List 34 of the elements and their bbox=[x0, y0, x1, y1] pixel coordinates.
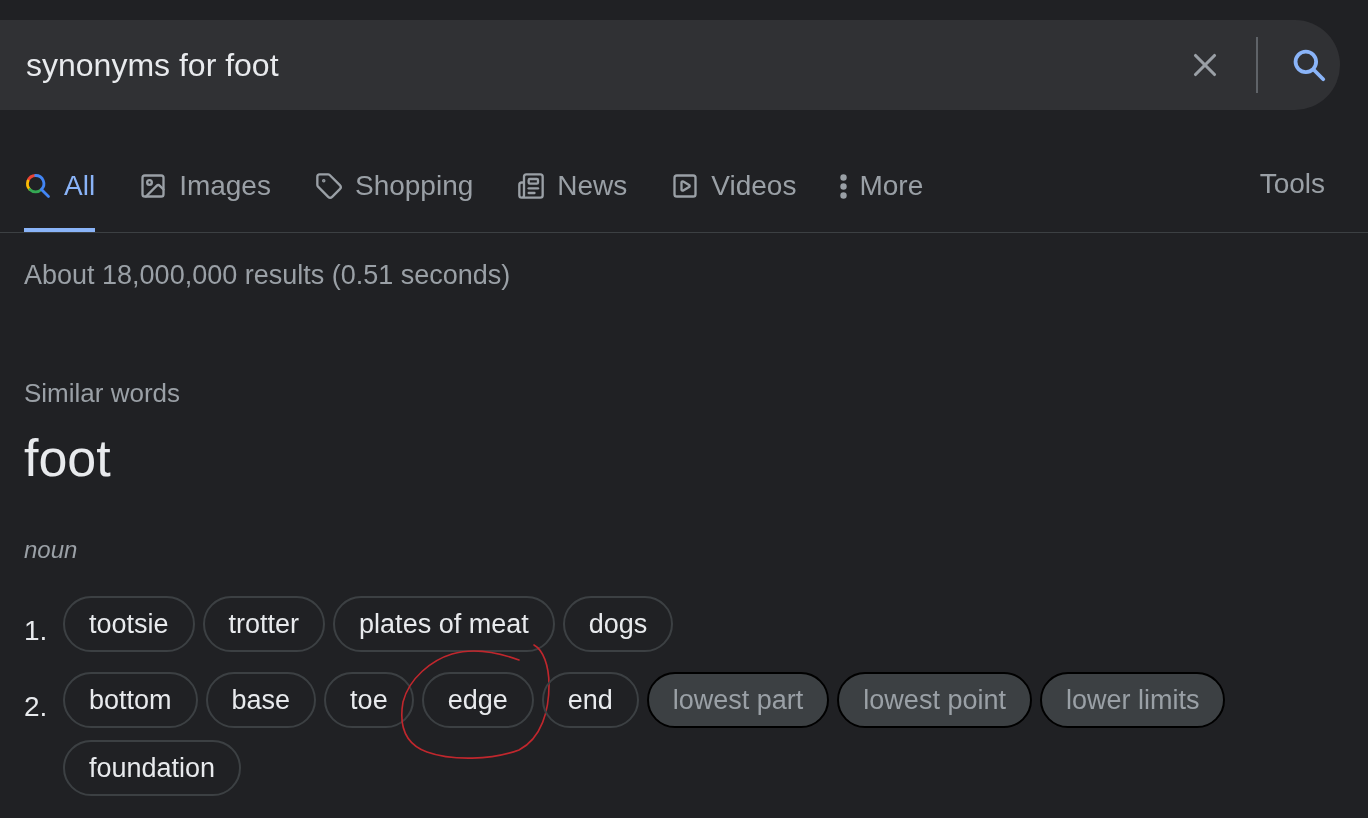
headword: foot bbox=[24, 428, 112, 488]
synonym-chip[interactable]: trotter bbox=[202, 596, 326, 652]
synonym-chip[interactable]: foundation bbox=[63, 740, 242, 796]
search-bar[interactable]: synonyms for foot bbox=[0, 20, 1340, 110]
sense-number: 1. bbox=[24, 614, 49, 648]
synonym-chip[interactable]: end bbox=[541, 672, 639, 728]
synonym-chip[interactable]: bottom bbox=[63, 672, 198, 728]
synonym-chip[interactable]: lowest part bbox=[646, 672, 830, 728]
search-tab[interactable]: Images bbox=[139, 160, 271, 232]
search-tab[interactable]: All bbox=[24, 160, 96, 232]
search-tab[interactable]: News bbox=[517, 160, 628, 232]
search-tab[interactable]: Shopping bbox=[314, 160, 474, 232]
synonym-chip[interactable]: plates of meat bbox=[333, 596, 555, 652]
tools-button[interactable]: Tools bbox=[1259, 160, 1325, 232]
tag-icon bbox=[314, 172, 343, 200]
sense-number: 2. bbox=[24, 690, 49, 724]
synonym-chip[interactable]: lowest point bbox=[837, 672, 1032, 728]
synonym-chip[interactable]: base bbox=[205, 672, 317, 728]
synonym-chip[interactable]: toe bbox=[324, 672, 414, 728]
synonym-chip[interactable]: edge bbox=[421, 672, 534, 728]
play-icon bbox=[671, 172, 700, 200]
synonym-chip[interactable]: dogs bbox=[562, 596, 674, 652]
card-heading: Similar words bbox=[24, 377, 182, 409]
search-tab[interactable]: More bbox=[840, 160, 924, 232]
search-tab[interactable]: Videos bbox=[671, 160, 797, 232]
result-stats: About 18,000,000 results (0.51 seconds) bbox=[24, 259, 512, 291]
part-of-speech: noun bbox=[24, 535, 79, 565]
search-field[interactable]: synonyms for foot bbox=[26, 41, 1186, 89]
more-icon bbox=[840, 173, 848, 199]
synonym-chip[interactable]: tootsie bbox=[63, 596, 195, 652]
newspaper-icon bbox=[517, 172, 546, 200]
image-icon bbox=[139, 172, 168, 200]
synonym-chip[interactable]: lower limits bbox=[1039, 672, 1226, 728]
multicolor-search-icon bbox=[24, 172, 52, 200]
